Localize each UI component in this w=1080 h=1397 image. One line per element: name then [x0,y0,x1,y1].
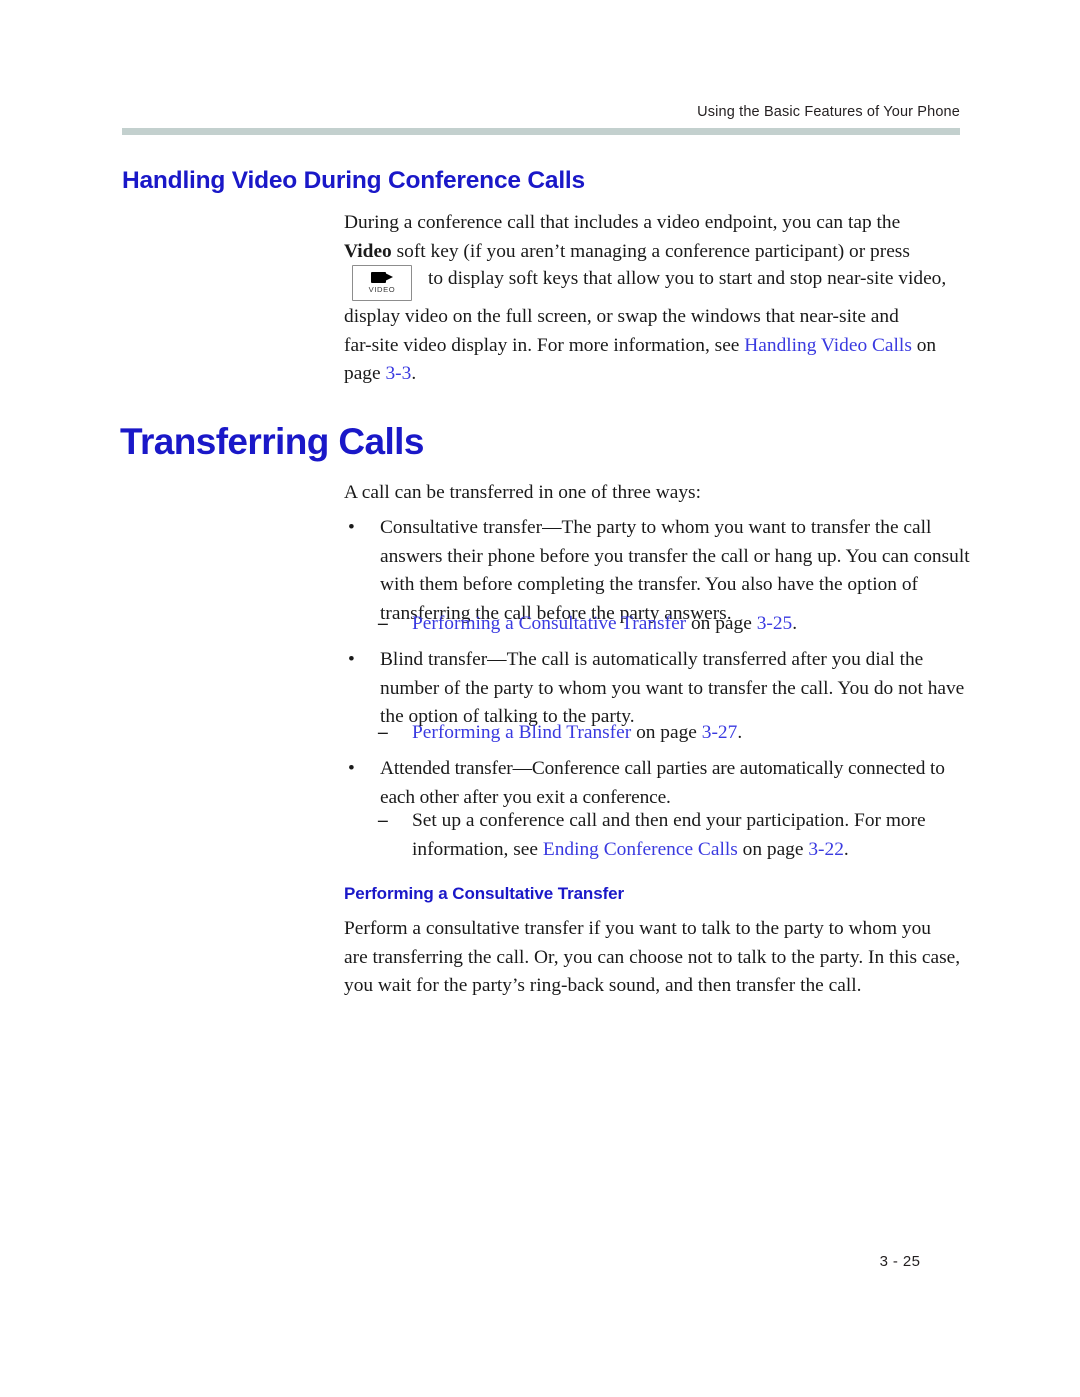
heading-transferring-calls: Transferring Calls [120,421,424,462]
para2-line-3-prefix: page [344,363,386,385]
video-conference-second-paragraph: display video on the full screen, or swa… [344,303,970,389]
bullet-dash: — [542,517,562,538]
bullet-marker: • [348,649,355,670]
bullet-content: Attended transfer—Conference call partie… [380,755,972,812]
ct-line-3: you wait for the party’s ring-back sound… [344,975,862,997]
para-line-1: During a conference call that includes a… [344,212,901,233]
subref-end: . [792,613,798,634]
subref-content: Set up a conference call and then end yo… [412,807,970,864]
bullet-term: Attended transfer [380,758,513,779]
dash-marker: – [378,722,388,743]
video-camera-icon [371,272,393,283]
subref-content: Performing a Consultative Transfer on pa… [412,610,970,639]
para2-line-1: display video on the full screen, or swa… [344,306,899,327]
subref-middle: on page [737,838,809,860]
header-divider-rule [122,128,960,135]
subref-end: . [737,722,743,743]
list-item: – Performing a Consultative Transfer on … [378,610,970,639]
after-key-text: to display soft keys that allow you to s… [428,268,947,289]
link-performing-a-blind-transfer[interactable]: Performing a Blind Transfer [412,722,631,743]
heading-performing-a-consultative-transfer: Performing a Consultative Transfer [344,884,625,903]
page-ref-3-27[interactable]: 3-27 [702,722,738,743]
bullet-dash: — [512,758,532,779]
bullet-term: Blind transfer [380,649,488,670]
video-key-caption: VIDEO [368,285,396,294]
document-page: Using the Basic Features of Your Phone H… [0,0,1080,1397]
link-ending-conference-calls[interactable]: Ending Conference Calls [543,839,738,860]
bullet-marker: • [348,517,355,538]
page-number-footer: 3 - 25 [0,1253,1080,1270]
page-number-value: 3 - 25 [879,1253,921,1270]
subref-middle: on page [686,613,757,634]
subref-middle: on page [631,722,702,743]
subref-content: Performing a Blind Transfer on page 3-27… [412,719,970,748]
subref-end: . [843,838,849,860]
intro-text: A call can be transferred in one of thre… [344,482,701,503]
dash-marker: – [378,810,388,831]
link-performing-a-consultative-transfer[interactable]: Performing a Consultative Transfer [412,613,686,634]
list-item: • Attended transfer—Conference call part… [348,755,972,812]
bullet-term: Consultative transfer [380,517,543,538]
dash-marker: – [378,613,388,634]
list-item: – Performing a Blind Transfer on page 3-… [378,719,970,748]
page-ref-3-22[interactable]: 3-22 [808,839,844,860]
ct-line-2: are transferring the call. Or, you can c… [344,946,961,968]
para2-line-2-suffix: on [911,334,937,356]
consultative-transfer-paragraph: Perform a consultative transfer if you w… [344,915,970,1001]
para2-line-3-suffix: . [411,363,417,385]
page-ref-3-3[interactable]: 3-3 [385,363,411,384]
para2-line-2-prefix: far-site video display in. For more info… [344,334,745,356]
ct-line-1: Perform a consultative transfer if you w… [344,918,931,939]
video-conference-intro-paragraph: During a conference call that includes a… [344,209,970,266]
para-line-2: soft key (if you aren’t managing a confe… [391,240,910,262]
video-softkey-label: Video [344,240,392,262]
transferring-calls-intro: A call can be transferred in one of thre… [344,479,970,508]
bullet-marker: • [348,758,355,779]
bullet-dash: — [487,649,507,670]
running-header: Using the Basic Features of Your Phone [697,104,960,120]
heading-handling-video-during-conference-calls: Handling Video During Conference Calls [122,167,585,194]
link-handling-video-calls[interactable]: Handling Video Calls [744,335,912,356]
video-key-graphic: VIDEO [352,265,412,301]
list-item: – Set up a conference call and then end … [378,807,970,864]
page-ref-3-25[interactable]: 3-25 [757,613,793,634]
